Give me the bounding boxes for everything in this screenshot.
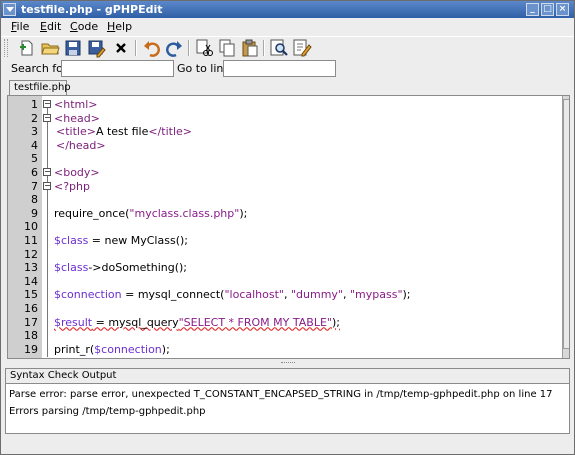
minimize-button[interactable]: _ (526, 3, 539, 16)
code-line: 4 </head> (31, 138, 106, 152)
code-line: 14 (24, 274, 38, 288)
code-line: 3 <title>A test file</title> (31, 125, 193, 139)
code-line: 19 print_r($connection); (24, 342, 170, 356)
title-bar: testfile.php - gPHPEdit _ □ × (1, 1, 574, 18)
pane-splitter[interactable] (1, 360, 574, 366)
code-line: 15 $connection = mysql_connect("localhos… (24, 288, 411, 302)
output-line: Parse error: parse error, unexpected T_C… (9, 389, 553, 400)
fold-marker[interactable]: − (43, 113, 51, 122)
maximize-button[interactable]: □ (541, 3, 554, 16)
code-line: 20 ?> (8, 356, 563, 358)
menu-bar: File Edit Code Help (1, 18, 574, 36)
fold-marker[interactable]: − (43, 181, 51, 190)
code-line: 2 − <head> (31, 111, 100, 125)
close-icon[interactable] (111, 38, 131, 58)
replace-icon[interactable] (292, 38, 312, 58)
find-icon[interactable] (269, 38, 289, 58)
undo-icon[interactable] (142, 38, 162, 58)
app-window: testfile.php - gPHPEdit _ □ × File Edit … (0, 0, 575, 455)
code-line: 5 (31, 152, 38, 166)
code-line: 9 require_once("myclass.class.php"); (31, 206, 248, 220)
toolbar-separator (135, 40, 137, 56)
code-line: 8 (31, 193, 38, 207)
editor-scrollbar[interactable] (562, 96, 569, 358)
code-line: 11 $class = new MyClass(); (24, 234, 188, 247)
copy-icon[interactable] (217, 38, 237, 58)
code-line: 10 (24, 220, 38, 234)
window-menu-button[interactable] (3, 3, 16, 16)
menu-code[interactable]: Code (70, 20, 98, 34)
tab-testfile[interactable]: testfile.php (9, 80, 71, 96)
splitter-grip[interactable] (281, 362, 295, 364)
code-line: 18 (24, 329, 38, 343)
toolbar (1, 36, 574, 58)
fold-marker[interactable]: − (43, 100, 51, 108)
new-file-icon[interactable] (17, 38, 37, 58)
code-line: 1 − <html> (31, 98, 98, 111)
fold-marker[interactable]: − (43, 168, 51, 176)
goto-line-input[interactable] (223, 60, 336, 77)
code-line: 12 (24, 247, 38, 261)
output-line: Errors parsing /tmp/temp-gphpedit.php (9, 406, 206, 417)
menu-file[interactable]: File (11, 20, 29, 34)
toolbar-handle[interactable] (4, 39, 8, 57)
open-folder-icon[interactable] (40, 38, 60, 58)
toolbar-separator (263, 40, 265, 56)
close-window-button[interactable]: × (556, 3, 569, 16)
redo-icon[interactable] (164, 38, 184, 58)
toolbar-separator (188, 40, 190, 56)
paste-icon[interactable] (240, 38, 260, 58)
output-panel[interactable]: Parse error: parse error, unexpected T_C… (5, 384, 570, 434)
save-as-icon[interactable] (86, 38, 106, 58)
cut-icon[interactable] (194, 38, 214, 58)
menu-help[interactable]: Help (107, 20, 132, 34)
code-line: 13 $class->doSomething(); (24, 261, 187, 275)
window-title: testfile.php - gPHPEdit (21, 3, 163, 16)
search-bar: Search for: Go to line: (1, 59, 574, 79)
output-header: Syntax Check Output (5, 368, 570, 384)
code-line-error: 17 $result = mysql_query"SELECT * FROM M… (24, 315, 340, 329)
code-line: 16 (24, 302, 38, 315)
tab-strip: testfile.php (5, 80, 570, 96)
code-editor[interactable]: 1 − <html> 2 − <head> 3 <title>A test fi… (7, 95, 570, 359)
save-icon[interactable] (63, 38, 83, 58)
code-line: 7 − <?php (31, 179, 90, 193)
menu-edit[interactable]: Edit (40, 20, 61, 34)
search-input[interactable] (61, 60, 174, 77)
code-line: 6 − <body> (31, 166, 100, 179)
scrollbar-thumb[interactable] (563, 99, 569, 349)
